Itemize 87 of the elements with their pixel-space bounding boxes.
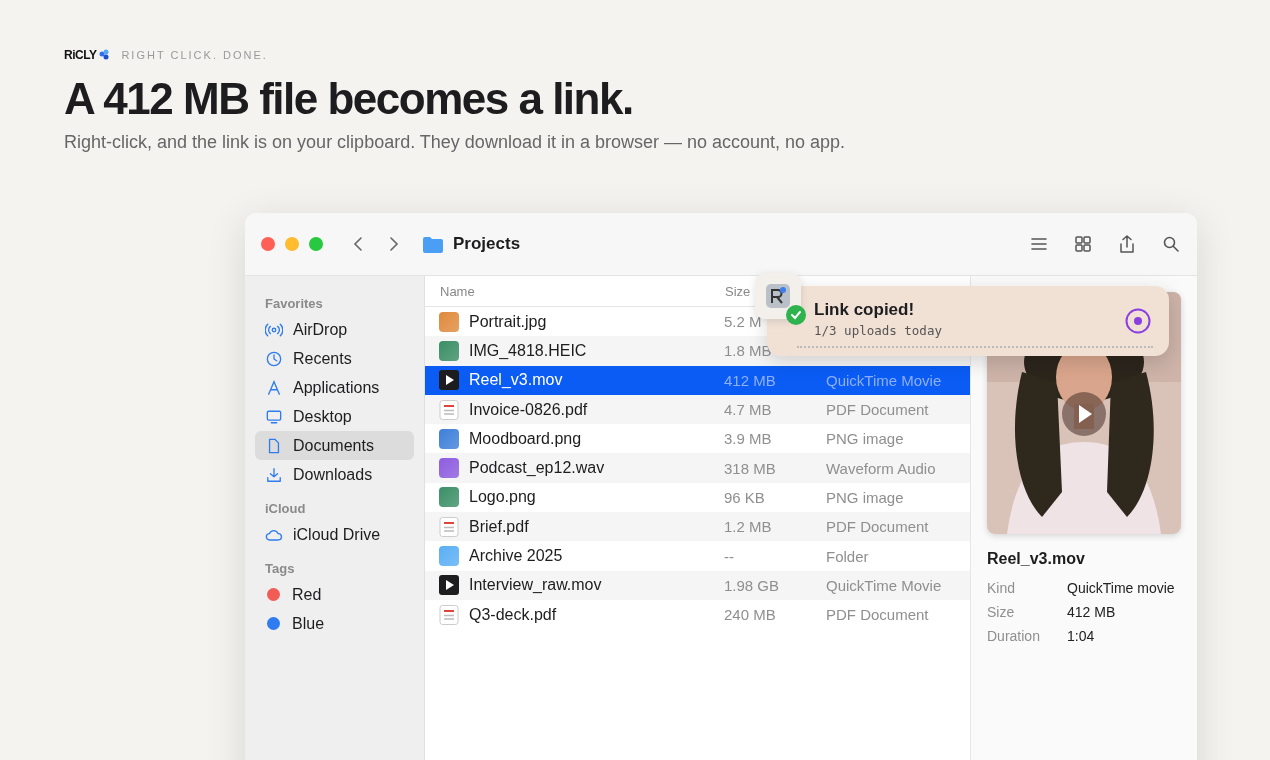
property-label: Kind [987, 580, 1017, 596]
pdf-file-icon [439, 604, 459, 625]
sidebar-item[interactable]: Desktop [255, 402, 414, 431]
download-icon [265, 466, 283, 483]
file-name: IMG_4818.HEIC [469, 341, 587, 360]
file-row[interactable]: Reel_v3.mov 412 MB QuickTime Movie [425, 365, 970, 395]
file-kind: PNG image [826, 430, 904, 448]
video-file-icon [439, 370, 459, 391]
file-size: 1.2 MB [724, 518, 772, 536]
file-name: Moodboard.png [469, 429, 582, 448]
file-size: 318 MB [724, 459, 776, 477]
file-size: 412 MB [724, 371, 776, 389]
file-size: -- [724, 547, 734, 565]
tag-dot [267, 588, 280, 601]
property-label: Duration [987, 628, 1041, 644]
sidebar-heading: iCloud [264, 501, 307, 516]
sidebar-item[interactable]: Downloads [255, 460, 414, 489]
property-label: Size [987, 604, 1016, 620]
close-button[interactable] [261, 237, 275, 251]
subheadline: Right-click, and the link is on your clipboard. They download it in a browser — no account, no app. [64, 132, 847, 153]
file-kind: PDF Document [826, 518, 929, 536]
file-size: 96 KB [724, 488, 765, 506]
file-kind: Waveform Audio [826, 459, 936, 477]
share-icon[interactable] [1117, 234, 1137, 254]
file-row[interactable]: Invoice-0826.pdf 4.7 MB PDF Document [425, 394, 970, 425]
file-kind: PNG image [826, 488, 904, 506]
sidebar-item[interactable]: AirDrop [255, 315, 414, 344]
checkmark-icon [786, 305, 806, 325]
file-row[interactable]: Podcast_ep12.wav 318 MB Waveform Audio [425, 453, 970, 483]
pdf-file-icon [439, 516, 459, 537]
file-name: Reel_v3.mov [469, 371, 563, 390]
file-name: Interview_raw.mov [469, 576, 602, 595]
file-size: 4.7 MB [724, 401, 772, 419]
file-size: 1.8 MB [724, 342, 772, 360]
logo: RiCLY [64, 48, 112, 62]
file-kind: QuickTime Movie [826, 576, 942, 594]
property-value: 412 MB [1067, 604, 1117, 620]
property-value: 1:04 [1067, 628, 1096, 644]
headline: A 412 MB file becomes a link. [64, 74, 634, 124]
sidebar-item[interactable]: Applications [255, 373, 414, 402]
preview-filename: Reel_v3.mov [987, 550, 1086, 568]
file-row[interactable]: Archive 2025 -- Folder [425, 541, 970, 571]
sidebar-item[interactable]: Documents [255, 431, 414, 460]
file-kind: QuickTime Movie [826, 371, 942, 389]
apps-icon [265, 379, 283, 396]
column-header[interactable]: Name [440, 283, 725, 299]
file-row[interactable]: Q3-deck.pdf 240 MB PDF Document [425, 599, 970, 630]
airdrop-icon [265, 321, 283, 338]
file-kind: PDF Document [826, 606, 929, 624]
sidebar-item[interactable]: Red [255, 580, 414, 609]
file-size: 240 MB [724, 606, 776, 624]
sidebar-heading: Tags [264, 561, 296, 576]
file-row[interactable]: Brief.pdf 1.2 MB PDF Document [425, 512, 970, 542]
toast-title: Link copied! [814, 300, 916, 320]
file-size: 1.98 GB [724, 576, 780, 594]
file-name: Archive 2025 [469, 547, 563, 565]
sidebar-item[interactable]: Blue [255, 609, 414, 638]
property-value: QuickTime movie [1067, 580, 1176, 596]
sidebar-item[interactable]: iCloud Drive [255, 520, 414, 549]
file-kind: PDF Document [826, 401, 929, 419]
file-name: Podcast_ep12.wav [469, 459, 605, 478]
tagline: RIGHT CLICK. DONE. [121, 49, 268, 61]
monitor-icon [265, 408, 283, 425]
file-name: Logo.png [469, 488, 536, 507]
file-row[interactable]: Logo.png 96 KB PNG image [425, 482, 970, 513]
file-row[interactable]: Interview_raw.mov 1.98 GB QuickTime Movie [425, 570, 970, 600]
toast-subtitle: 1/3 uploads today [814, 323, 942, 338]
sidebar-item[interactable]: Recents [255, 344, 414, 373]
pdf-file-icon [439, 399, 459, 420]
window-title: Projects [453, 234, 521, 254]
file-kind: Folder [826, 547, 869, 565]
play-icon[interactable] [1062, 392, 1106, 436]
sidebar-heading: Favorites [264, 296, 324, 311]
file-name: Portrait.jpg [469, 312, 547, 331]
file-row[interactable]: Moodboard.png 3.9 MB PNG image [425, 424, 970, 454]
file-name: Invoice-0826.pdf [469, 400, 588, 419]
record-icon[interactable] [1125, 308, 1151, 334]
tag-dot [267, 617, 280, 630]
file-name: Q3-deck.pdf [469, 605, 557, 624]
grid-view-icon[interactable] [1073, 234, 1093, 254]
file-name: Brief.pdf [469, 517, 529, 536]
clock-icon [265, 350, 283, 367]
video-file-icon [439, 575, 459, 596]
search-icon[interactable] [1161, 234, 1181, 254]
file-size: 3.9 MB [724, 430, 772, 448]
file-size: 5.2 M [724, 313, 762, 331]
folder-icon [423, 235, 443, 253]
